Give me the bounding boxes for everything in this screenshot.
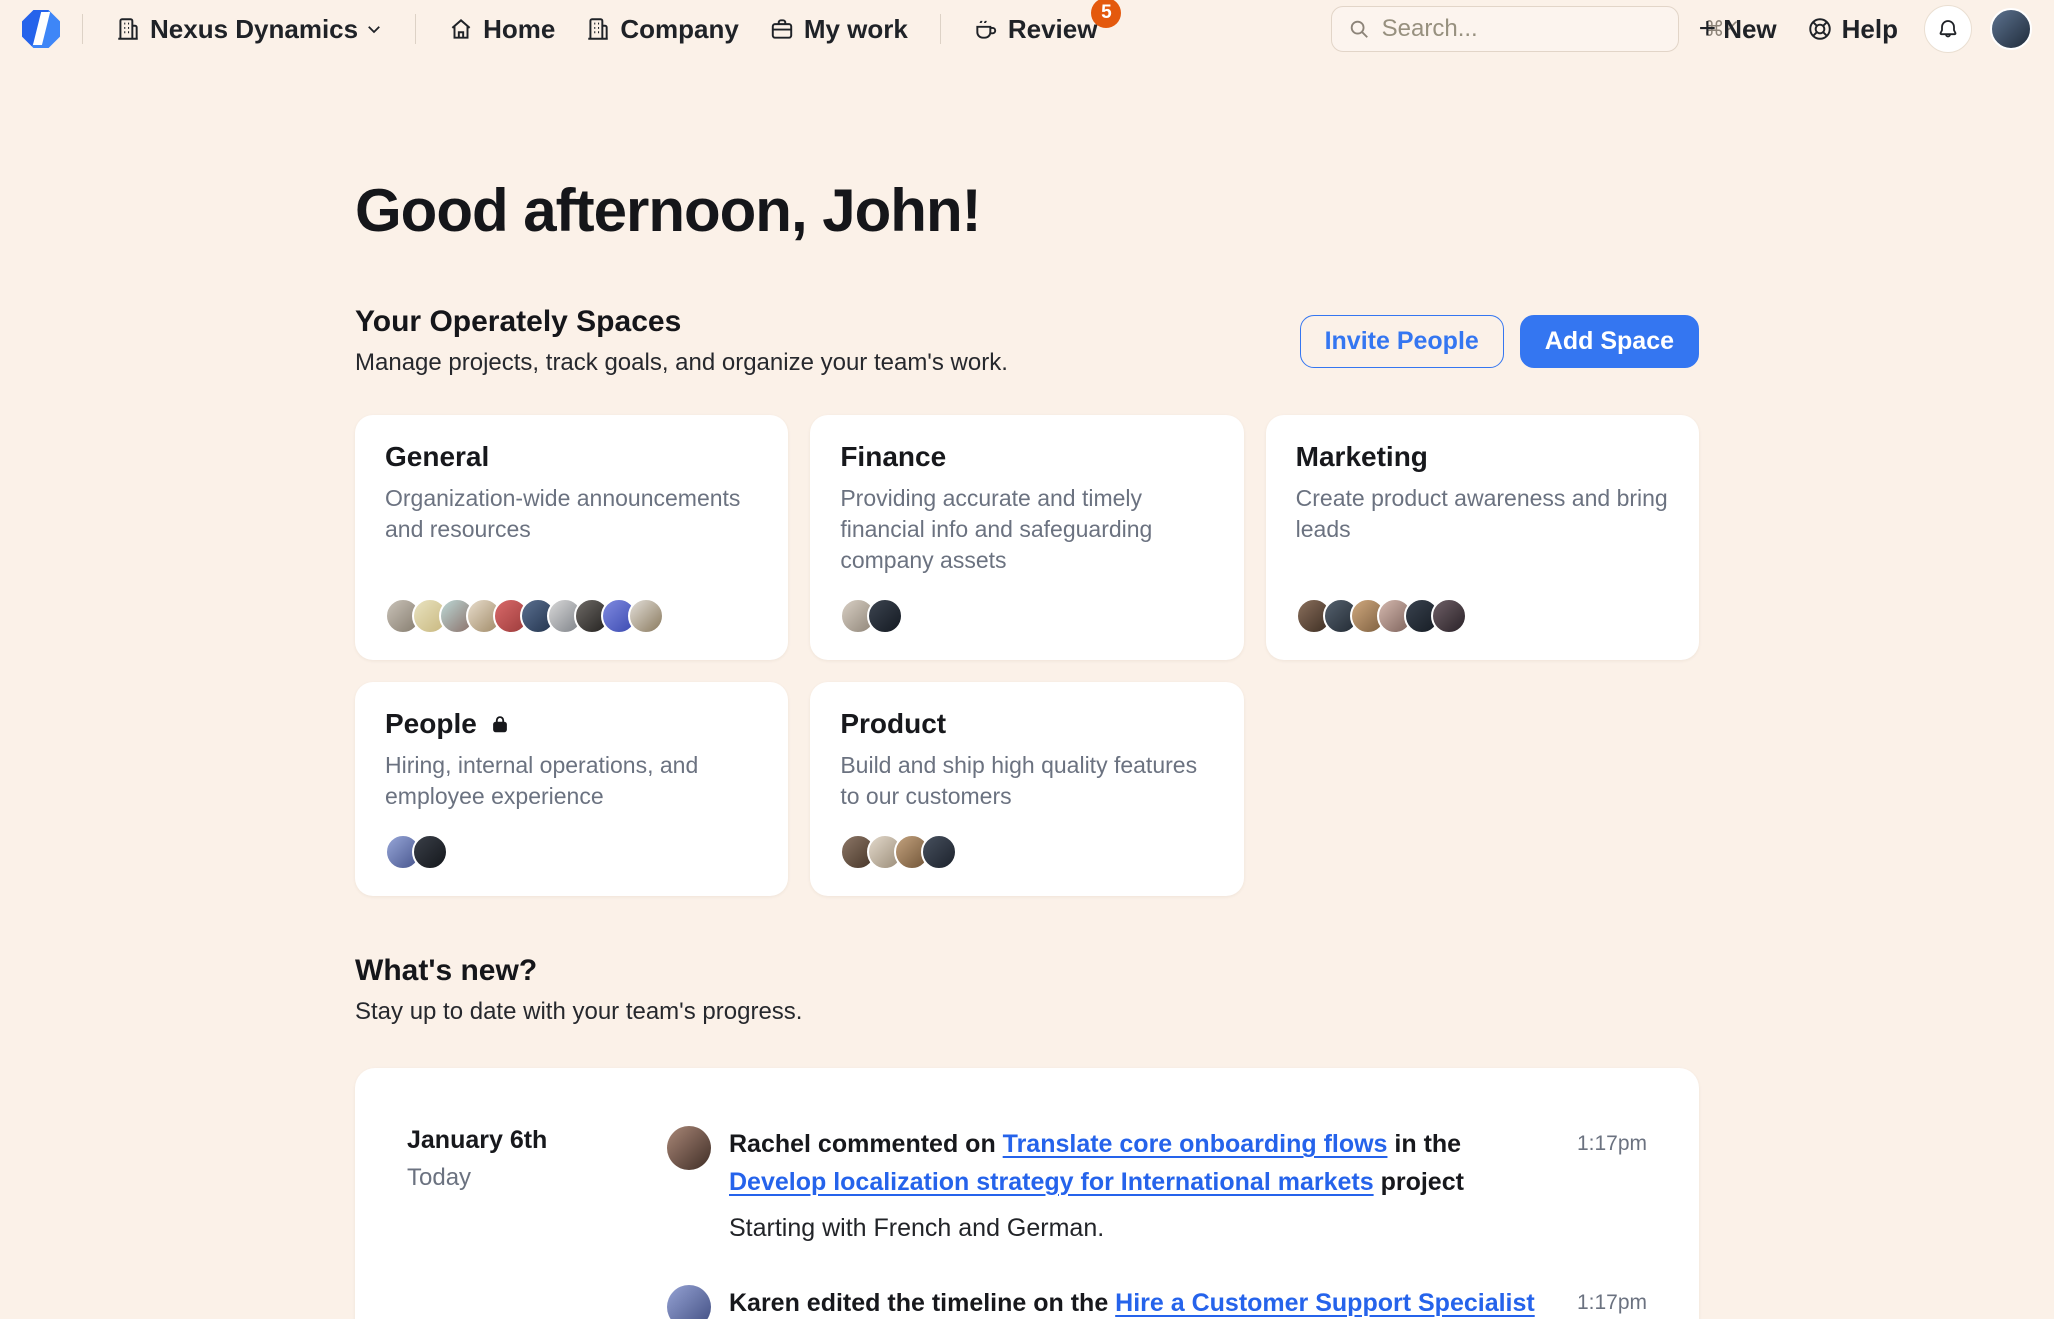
- main-content: Good afternoon, John! Your Operately Spa…: [355, 176, 1699, 1319]
- feed-text: Karen edited the timeline on the: [729, 1289, 1115, 1317]
- spaces-grid: General Organization-wide announcements …: [355, 415, 1699, 896]
- actor-avatar: [667, 1285, 711, 1319]
- space-card-title: General: [385, 441, 489, 473]
- feed-item: Karen edited the timeline on the Hire a …: [667, 1285, 1647, 1319]
- review-count-badge: 5: [1091, 0, 1121, 28]
- avatar: [412, 834, 448, 870]
- feed-item-time: 1:17pm: [1555, 1285, 1647, 1319]
- feed-items: Rachel commented on Translate core onboa…: [667, 1126, 1647, 1319]
- nav-item-label: Review: [1008, 14, 1098, 45]
- spaces-title: Your Operately Spaces: [355, 305, 1300, 339]
- company-icon: [585, 16, 611, 42]
- feed-date-relative: Today: [407, 1164, 667, 1192]
- feed-item: Rachel commented on Translate core onboa…: [667, 1126, 1647, 1249]
- space-card-title: Finance: [840, 441, 946, 473]
- divider: [940, 14, 941, 44]
- actor-avatar: [667, 1126, 711, 1170]
- feed-text: in the: [1387, 1130, 1461, 1158]
- space-card-description: Create product awareness and bring leads: [1296, 483, 1669, 545]
- user-avatar[interactable]: [1990, 8, 2032, 50]
- nav-item-review[interactable]: Review 5: [963, 8, 1108, 51]
- space-card-title: People: [385, 708, 477, 740]
- bell-icon: [1936, 17, 1960, 41]
- feed-text: Rachel commented on: [729, 1130, 1003, 1158]
- feed-date: January 6th: [407, 1126, 667, 1155]
- space-card-general[interactable]: General Organization-wide announcements …: [355, 415, 788, 660]
- nav-item-my-work[interactable]: My work: [759, 8, 918, 51]
- avatar: [1431, 598, 1467, 634]
- member-avatars: [840, 576, 1213, 634]
- feed-text: project: [1374, 1168, 1464, 1196]
- space-card-title: Marketing: [1296, 441, 1428, 473]
- avatar: [628, 598, 664, 634]
- new-button[interactable]: + New: [1689, 8, 1787, 51]
- member-avatars: [840, 812, 1213, 870]
- divider: [82, 14, 83, 44]
- feed-link[interactable]: Translate core onboarding flows: [1003, 1130, 1388, 1158]
- briefcase-icon: [769, 16, 795, 42]
- feed-item-title: Rachel commented on Translate core onboa…: [729, 1126, 1537, 1201]
- coffee-icon: [973, 16, 999, 42]
- home-icon: [448, 16, 474, 42]
- lifebuoy-icon: [1807, 16, 1833, 42]
- company-switcher[interactable]: Nexus Dynamics: [105, 8, 393, 51]
- space-card-finance[interactable]: Finance Providing accurate and timely fi…: [810, 415, 1243, 660]
- new-button-label: New: [1723, 14, 1776, 45]
- member-avatars: [1296, 576, 1669, 634]
- space-card-marketing[interactable]: Marketing Create product awareness and b…: [1266, 415, 1699, 660]
- member-avatars: [385, 812, 758, 870]
- feed-item-title: Karen edited the timeline on the Hire a …: [729, 1285, 1537, 1319]
- space-card-description: Providing accurate and timely financial …: [840, 483, 1213, 576]
- space-card-people[interactable]: People Hiring, internal operations, and …: [355, 682, 788, 896]
- top-navigation: Nexus Dynamics Home Company My work Revi…: [0, 0, 2054, 58]
- space-card-description: Hiring, internal operations, and employe…: [385, 750, 758, 812]
- nav-item-home[interactable]: Home: [438, 8, 565, 51]
- plus-icon: +: [1699, 14, 1717, 44]
- activity-feed: January 6th Today Rachel commented on Tr…: [355, 1068, 1699, 1319]
- invite-people-button[interactable]: Invite People: [1300, 315, 1504, 368]
- whats-new-subtitle: Stay up to date with your team's progres…: [355, 998, 1699, 1026]
- divider: [415, 14, 416, 44]
- search-input-container[interactable]: ⌘K: [1331, 6, 1679, 52]
- add-space-button[interactable]: Add Space: [1520, 315, 1699, 368]
- notifications-button[interactable]: [1924, 5, 1972, 53]
- search-icon: [1348, 18, 1370, 40]
- nav-item-company[interactable]: Company: [575, 8, 748, 51]
- lock-icon: [489, 713, 511, 735]
- nav-item-label: Company: [620, 14, 738, 45]
- whats-new-header: What's new? Stay up to date with your te…: [355, 954, 1699, 1026]
- chevron-down-icon: [365, 20, 383, 38]
- search-input[interactable]: [1382, 15, 1692, 43]
- space-card-title: Product: [840, 708, 946, 740]
- nav-item-label: Home: [483, 14, 555, 45]
- feed-date-column: January 6th Today: [407, 1126, 667, 1319]
- member-avatars: [385, 576, 758, 634]
- spaces-section-header: Your Operately Spaces Manage projects, t…: [355, 305, 1699, 377]
- feed-link[interactable]: Develop localization strategy for Intern…: [729, 1168, 1374, 1196]
- space-card-description: Build and ship high quality features to …: [840, 750, 1213, 812]
- avatar: [867, 598, 903, 634]
- nav-item-label: My work: [804, 14, 908, 45]
- feed-item-time: 1:17pm: [1555, 1126, 1647, 1249]
- building-icon: [115, 16, 141, 42]
- page-title: Good afternoon, John!: [355, 176, 1699, 245]
- feed-link[interactable]: Hire a Customer Support Specialist: [1115, 1289, 1535, 1317]
- space-card-description: Organization-wide announcements and reso…: [385, 483, 758, 545]
- whats-new-title: What's new?: [355, 954, 1699, 988]
- space-card-product[interactable]: Product Build and ship high quality feat…: [810, 682, 1243, 896]
- feed-body-line: Starting with French and German.: [729, 1209, 1537, 1249]
- help-button[interactable]: Help: [1797, 8, 1908, 51]
- help-button-label: Help: [1842, 14, 1898, 45]
- spaces-subtitle: Manage projects, track goals, and organi…: [355, 349, 1300, 377]
- company-name: Nexus Dynamics: [150, 14, 358, 45]
- operately-logo[interactable]: [22, 10, 60, 48]
- feed-item-body: Starting with French and German.: [729, 1209, 1537, 1249]
- avatar: [921, 834, 957, 870]
